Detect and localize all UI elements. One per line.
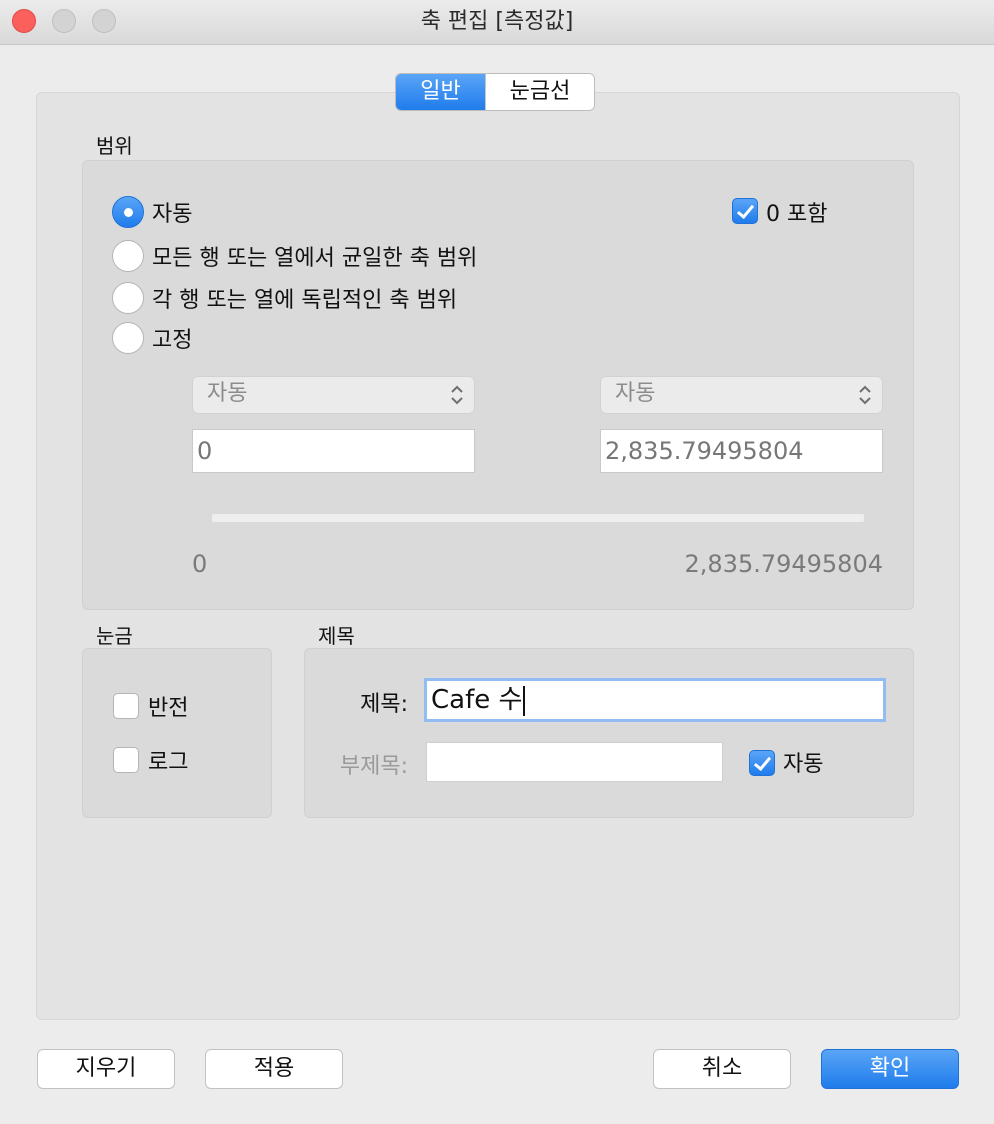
end-mode-value: 자동 [615, 381, 656, 406]
start-value-field[interactable]: 0 [192, 429, 475, 473]
axis-title-section-label: 제목 [318, 624, 355, 648]
cancel-button[interactable]: 취소 [653, 1049, 791, 1089]
start-mode-value: 자동 [207, 381, 248, 406]
clear-button[interactable]: 지우기 [37, 1049, 175, 1089]
scale-section-label: 눈금 [96, 624, 133, 648]
tab-general[interactable]: 일반 [396, 74, 485, 110]
end-value-field[interactable]: 2,835.79495804 [600, 429, 883, 473]
tab-gridlines[interactable]: 눈금선 [485, 74, 594, 110]
subtitle-input[interactable] [426, 742, 723, 782]
updown-chevron-icon [859, 385, 871, 405]
radio-independent-axis-label[interactable]: 각 행 또는 열에 독립적인 축 범위 [152, 282, 457, 314]
include-zero-label[interactable]: 0 포함 [766, 196, 827, 228]
reversed-label[interactable]: 반전 [148, 690, 188, 722]
tab-bar: 일반 눈금선 [395, 73, 595, 111]
start-mode-select[interactable]: 자동 [192, 376, 475, 414]
subtitle-auto-checkbox[interactable] [749, 750, 775, 776]
radio-automatic-label[interactable]: 자동 [152, 196, 192, 228]
range-section-label: 범위 [96, 134, 133, 158]
subtitle-auto-label[interactable]: 자동 [783, 746, 823, 778]
radio-fixed[interactable] [112, 322, 144, 354]
ok-button[interactable]: 확인 [821, 1049, 959, 1089]
title-field-label: 제목: [360, 692, 408, 717]
include-zero-checkbox[interactable] [732, 198, 758, 224]
title-input[interactable]: Cafe 수 [424, 678, 886, 722]
logarithmic-label[interactable]: 로그 [148, 744, 188, 776]
scale-group [82, 648, 272, 818]
radio-automatic[interactable] [112, 196, 144, 228]
text-cursor [523, 685, 526, 716]
reversed-checkbox[interactable] [113, 693, 139, 719]
radio-uniform-axis-label[interactable]: 모든 행 또는 열에서 균일한 축 범위 [152, 240, 477, 272]
radio-fixed-label[interactable]: 고정 [152, 322, 192, 354]
logarithmic-checkbox[interactable] [113, 747, 139, 773]
range-slider[interactable] [212, 514, 864, 522]
title-input-value: Cafe 수 [431, 685, 523, 715]
updown-chevron-icon [451, 385, 463, 405]
axis-title-group [304, 648, 914, 818]
radio-independent-axis[interactable] [112, 282, 144, 314]
radio-uniform-axis[interactable] [112, 240, 144, 272]
range-min-label: 0 [192, 550, 208, 578]
range-max-label: 2,835.79495804 [684, 550, 884, 578]
subtitle-field-label: 부제목: [339, 754, 408, 779]
window-title: 축 편집 [측정값] [420, 9, 574, 34]
apply-button[interactable]: 적용 [205, 1049, 343, 1089]
end-mode-select[interactable]: 자동 [600, 376, 883, 414]
